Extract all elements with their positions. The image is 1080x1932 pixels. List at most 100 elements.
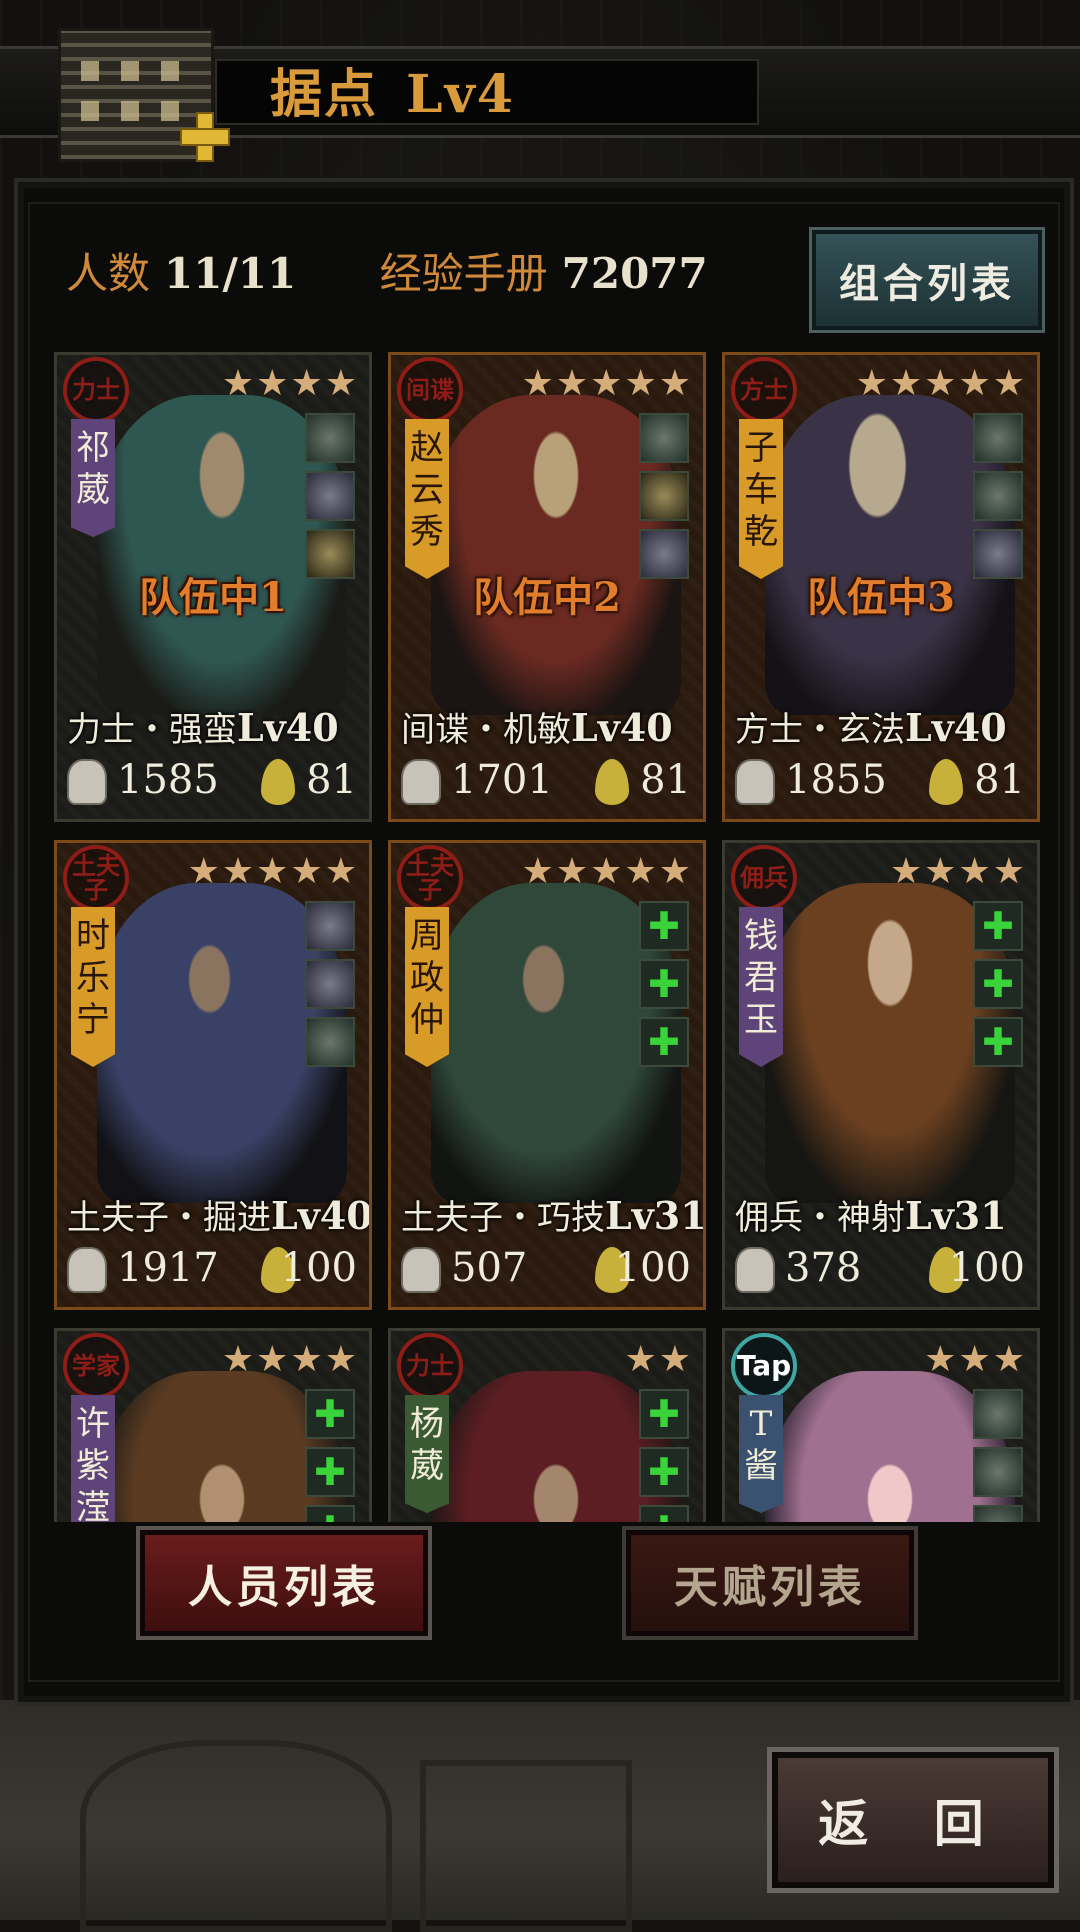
equipment-slot[interactable] <box>305 959 355 1009</box>
stamina-value: 100 <box>280 1245 357 1291</box>
class-level: 土夫子・掘进Lv40 <box>67 1190 369 1239</box>
star-rating: ★★ <box>624 1339 693 1380</box>
character-card[interactable]: 方士 子车乾 ★★★★★ 队伍中3 方士・玄法Lv40 1855 81 <box>722 352 1040 822</box>
empty-slot-plus-icon[interactable]: ✚ <box>305 1505 355 1522</box>
people-list-button[interactable]: 人员列表 <box>140 1530 428 1636</box>
class-seal: 间谍 <box>397 357 463 423</box>
star-rating: ★★★★★ <box>187 851 359 892</box>
empty-slot-plus-icon[interactable]: ✚ <box>639 959 689 1009</box>
tap-seal: Tap <box>731 1333 797 1399</box>
equipment-slot[interactable] <box>305 901 355 951</box>
class-name: 佣兵・神射 <box>735 1198 905 1238</box>
character-name-banner: 许紫滢 <box>71 1395 115 1522</box>
class-seal: 方士 <box>731 357 797 423</box>
talent-list-button[interactable]: 天赋列表 <box>626 1530 914 1636</box>
character-card[interactable]: 力士 祁葳 ★★★★ 队伍中1 力士・强蛮Lv40 1585 81 <box>54 352 372 822</box>
equipment-slot[interactable] <box>639 413 689 463</box>
class-seal: 学家 <box>63 1333 129 1399</box>
class-name: 力士・强蛮 <box>67 710 237 750</box>
character-card[interactable]: 土夫子 周政仲 ★★★★★ ✚ ✚ ✚ 土夫子・巧技Lv31 507 100 <box>388 840 706 1310</box>
level: Lv40 <box>905 705 1007 750</box>
equipment-slot[interactable] <box>305 413 355 463</box>
upgrade-plus-icon[interactable] <box>180 112 230 162</box>
equipment-slot[interactable] <box>305 471 355 521</box>
character-grid: 力士 祁葳 ★★★★ 队伍中1 力士・强蛮Lv40 1585 81 间谍 赵云秀 … <box>54 352 1044 1522</box>
fist-icon <box>735 1247 775 1293</box>
level: Lv31 <box>605 1193 706 1238</box>
team-status: 队伍中1 <box>139 574 287 621</box>
equipment-slot[interactable] <box>973 471 1023 521</box>
empty-slot-plus-icon[interactable]: ✚ <box>973 1017 1023 1067</box>
class-level: 方士・玄法Lv40 <box>735 702 1007 751</box>
character-name-banner: 子车乾 <box>739 419 783 579</box>
member-count-value: 11/11 <box>164 249 297 298</box>
stats-bar: 人数 11/11 经验手册 72077 <box>66 240 708 301</box>
back-button[interactable]: 返 回 <box>772 1752 1054 1888</box>
empty-slot-plus-icon[interactable]: ✚ <box>639 901 689 951</box>
equipment-slot[interactable] <box>973 413 1023 463</box>
drop-icon <box>595 759 629 805</box>
character-card[interactable]: 佣兵 钱君玉 ★★★★ ✚ ✚ ✚ 佣兵・神射Lv31 378 100 <box>722 840 1040 1310</box>
empty-slot-plus-icon[interactable]: ✚ <box>973 901 1023 951</box>
level: Lv40 <box>571 705 673 750</box>
character-card[interactable]: 间谍 赵云秀 ★★★★★ 队伍中2 间谍・机敏Lv40 1701 81 <box>388 352 706 822</box>
equipment-slot[interactable] <box>639 471 689 521</box>
star-rating: ★★★★ <box>889 851 1027 892</box>
character-name-banner: 祁葳 <box>71 419 115 537</box>
equipment-slot[interactable] <box>305 1017 355 1067</box>
member-count-label: 人数 <box>66 249 151 298</box>
character-name-banner: 钱君玉 <box>739 907 783 1067</box>
character-name-banner: 杨葳 <box>405 1395 449 1513</box>
drop-icon <box>929 759 963 805</box>
class-seal: 力士 <box>397 1333 463 1399</box>
fist-icon <box>67 1247 107 1293</box>
stamina-value: 81 <box>306 757 357 803</box>
fist-icon <box>401 759 441 805</box>
roster-panel: 人数 11/11 经验手册 72077 组合列表 力士 祁葳 ★★★★ 队伍中1 力… <box>14 178 1074 1706</box>
character-card[interactable]: Tap T酱 ★★★ <box>722 1328 1040 1522</box>
empty-slot-plus-icon[interactable]: ✚ <box>973 959 1023 1009</box>
team-status: 队伍中3 <box>807 574 955 621</box>
class-name: 方士・玄法 <box>735 710 905 750</box>
power-value: 1855 <box>785 757 887 803</box>
star-rating: ★★★ <box>924 1339 1027 1380</box>
fist-icon <box>735 759 775 805</box>
empty-slot-plus-icon[interactable]: ✚ <box>639 1505 689 1522</box>
stamina-value: 81 <box>974 757 1025 803</box>
empty-slot-plus-icon[interactable]: ✚ <box>639 1389 689 1439</box>
combo-list-button[interactable]: 组合列表 <box>812 230 1042 330</box>
power-value: 1917 <box>117 1245 219 1291</box>
power-value: 1701 <box>451 757 553 803</box>
empty-slot-plus-icon[interactable]: ✚ <box>639 1017 689 1067</box>
header: 据点 Lv4 <box>0 28 1080 162</box>
title-text: 据点 <box>270 64 379 125</box>
character-card[interactable]: 力士 杨葳 ★★ ✚ ✚ ✚ <box>388 1328 706 1522</box>
character-card[interactable]: 学家 许紫滢 ★★★★ ✚ ✚ ✚ <box>54 1328 372 1522</box>
empty-slot-plus-icon[interactable]: ✚ <box>305 1389 355 1439</box>
empty-slot-plus-icon[interactable]: ✚ <box>305 1447 355 1497</box>
class-name: 间谍・机敏 <box>401 710 571 750</box>
level: Lv31 <box>905 1193 1007 1238</box>
empty-slot-plus-icon[interactable]: ✚ <box>639 1447 689 1497</box>
exp-manual-value: 72077 <box>561 249 708 298</box>
star-rating: ★★★★ <box>221 363 359 404</box>
exp-manual-label: 经验手册 <box>379 249 548 298</box>
character-name-banner: 时乐宁 <box>71 907 115 1067</box>
star-rating: ★★★★★ <box>521 851 693 892</box>
class-level: 土夫子・巧技Lv31 <box>401 1190 706 1239</box>
class-seal: 土夫子 <box>63 845 129 911</box>
level: Lv40 <box>237 705 339 750</box>
equipment-slot[interactable] <box>973 1447 1023 1497</box>
team-status: 队伍中2 <box>473 574 621 621</box>
character-card[interactable]: 土夫子 时乐宁 ★★★★★ 土夫子・掘进Lv40 1917 100 <box>54 840 372 1310</box>
stamina-value: 81 <box>640 757 691 803</box>
star-rating: ★★★★ <box>221 1339 359 1380</box>
fist-icon <box>67 759 107 805</box>
equipment-slot[interactable] <box>973 1389 1023 1439</box>
power-value: 507 <box>451 1245 528 1291</box>
character-name-banner: T酱 <box>739 1395 783 1513</box>
stamina-value: 100 <box>614 1245 691 1291</box>
stamina-value: 100 <box>948 1245 1025 1291</box>
equipment-slot[interactable] <box>973 1505 1023 1522</box>
star-rating: ★★★★★ <box>855 363 1027 404</box>
